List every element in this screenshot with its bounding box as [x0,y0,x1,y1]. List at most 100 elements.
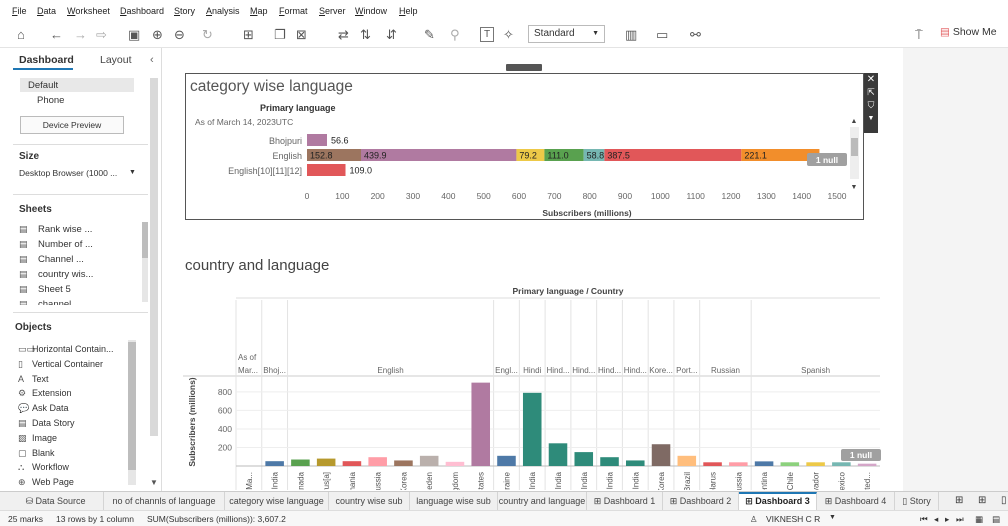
back-icon[interactable]: ← [50,27,63,43]
sheet-tab[interactable]: no of channls of language [104,492,225,511]
tab-dashboard[interactable]: Dashboard [19,54,74,66]
text-label-icon[interactable]: T [480,27,495,42]
chart1-bar-segment[interactable] [307,134,327,146]
sheet-item[interactable]: channel [38,299,71,305]
share-icon[interactable]: ⚯ [690,27,701,43]
menu-item-file[interactable]: File [12,6,27,16]
menu-item-map[interactable]: Map [250,6,268,16]
chart1-bar-segment[interactable] [307,164,346,176]
sheet-tab[interactable]: category wise language [225,492,329,511]
sheet-item[interactable]: Rank wise ... [38,224,92,235]
home-icon[interactable]: ⌂ [17,27,25,43]
nav-next-icon[interactable]: ▸ [945,514,949,525]
scroll-up-icon[interactable]: ▲ [851,118,858,125]
chart2-bar[interactable] [780,462,800,466]
show-cards-icon[interactable]: ▥ [625,27,637,43]
forward-icon[interactable]: → [74,27,87,43]
chart2-bar[interactable] [574,452,594,466]
highlight-icon[interactable]: ✎ [424,27,435,43]
chart2-bar[interactable] [291,459,310,466]
sort-desc-icon[interactable]: ⇵ [386,27,397,43]
chart2-bar[interactable] [368,457,387,466]
pin-icon[interactable]: ✧ [503,27,514,43]
menu-item-server[interactable]: Server [319,6,346,16]
chevron-down-icon[interactable]: ▼ [129,169,136,176]
menu-item-analysis[interactable]: Analysis [206,6,240,16]
close-icon[interactable]: ✕ [864,73,878,86]
chart2-bar[interactable] [806,462,825,466]
paint-icon[interactable]: ⍑ [915,27,923,43]
object-item[interactable]: Image [32,433,57,443]
menu-item-window[interactable]: Window [355,6,387,16]
sheet-item[interactable]: Number of ... [38,239,93,250]
save-icon[interactable]: ▣ [128,27,140,43]
object-item[interactable]: Extension [32,388,72,398]
chart2-bar[interactable] [832,462,851,466]
new-worksheet-icon[interactable]: ⊞ [243,27,254,43]
chart2-bar[interactable] [703,462,722,466]
sheet-item[interactable]: Channel ... [38,254,84,265]
objects-scroll-thumb[interactable] [128,342,136,470]
menu-item-help[interactable]: Help [399,6,418,16]
pause-icon[interactable]: ⊖ [174,27,185,43]
refresh-icon[interactable]: ↻ [202,27,213,43]
sheet-tab[interactable]: ⊞ Dashboard 1 [587,492,663,511]
chart2-bar[interactable] [548,443,568,466]
chart2-bar[interactable] [857,463,877,466]
sheets-scrollbar[interactable] [142,222,148,302]
menu-item-story[interactable]: Story [174,6,195,16]
chart2-bar[interactable] [600,457,619,466]
status-user[interactable]: VIKNESH C R [766,514,820,524]
object-item[interactable]: Vertical Container [32,359,103,369]
sheet-tab[interactable]: country wise sub [329,492,410,511]
grid-view-icon[interactable]: ▦ [975,514,983,525]
drag-handle-icon[interactable] [506,64,542,71]
tab-layout[interactable]: Layout [100,54,132,66]
chart2-bar[interactable] [445,461,465,466]
chart2-bar[interactable] [626,460,645,466]
object-item[interactable]: Blank [32,448,55,458]
new-datasource-icon[interactable]: ⊕ [152,27,163,43]
swap-icon[interactable]: ⇄ [338,27,349,43]
object-item[interactable]: Workflow [32,462,69,472]
annotate-icon[interactable]: ⚲ [450,27,460,43]
scroll-down-icon[interactable]: ▼ [851,184,858,191]
duplicate-icon[interactable]: ❐ [274,27,286,43]
menu-item-worksheet[interactable]: Worksheet [67,6,110,16]
chart1-scroll-thumb[interactable] [851,138,858,156]
object-item[interactable]: Ask Data [32,403,69,413]
device-default[interactable]: Default [28,80,58,91]
fit-select[interactable]: Standard ▼ [528,25,605,43]
menu-item-data[interactable]: Data [37,6,56,16]
sheet-tab[interactable]: language wise sub [410,492,498,511]
sheet-item[interactable]: Sheet 5 [38,284,71,295]
chart2-bar[interactable] [497,455,516,466]
more-options-icon[interactable]: ▼ [864,112,878,125]
menu-item-dashboard[interactable]: Dashboard [120,6,164,16]
go-to-sheet-icon[interactable]: ⇱ [864,86,878,99]
nav-last-icon[interactable]: ⏭ [956,514,964,525]
chart2-bar[interactable] [651,444,671,466]
sheet-tab[interactable]: ⛁ Data Source [8,492,104,511]
sheets-scroll-thumb[interactable] [142,222,148,258]
object-item[interactable]: Web Page [32,477,74,487]
object-item[interactable]: Text [32,374,49,384]
chart2-bar[interactable] [394,460,413,466]
size-select[interactable]: Desktop Browser (1000 ... [19,168,117,178]
panel-scroll-thumb[interactable] [150,78,158,436]
chart2-bar[interactable] [471,382,490,466]
chart2-bar[interactable] [754,461,774,466]
scroll-down-icon[interactable]: ▼ [150,478,158,487]
redo-icon[interactable]: ⇨ [96,27,107,43]
new-story-icon[interactable]: ▯ [1001,495,1007,506]
chevron-down-icon[interactable]: ▼ [829,514,836,521]
sheet-tab[interactable]: ▯ Story [895,492,939,511]
objects-scrollbar[interactable] [128,340,136,485]
chart2-bar[interactable] [316,458,336,466]
sheet-tab[interactable]: ⊞ Dashboard 3 [739,492,817,511]
chart2-bar[interactable] [342,461,362,466]
filter-icon[interactable]: ⛉ [864,99,878,112]
chart2-bar[interactable] [265,461,284,466]
collapse-panel-icon[interactable]: ‹ [150,54,154,66]
menu-item-format[interactable]: Format [279,6,308,16]
